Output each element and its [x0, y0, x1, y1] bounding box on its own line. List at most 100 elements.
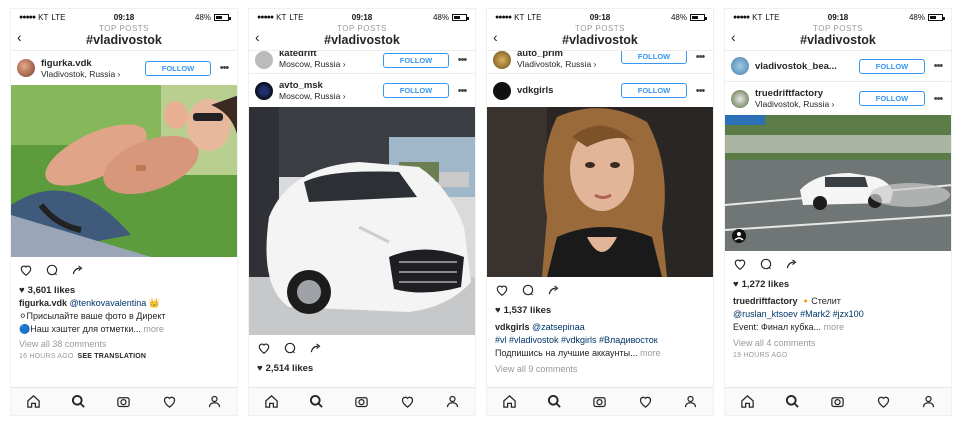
more-link[interactable]: more	[640, 348, 661, 358]
post-photo[interactable]	[725, 115, 951, 251]
post-photo[interactable]	[487, 107, 713, 277]
post-photo[interactable]	[249, 107, 475, 335]
share-icon[interactable]	[785, 257, 799, 271]
activity-heart-icon[interactable]	[162, 394, 177, 409]
post-caption: vdkgirls @zatsepinaa #vl #vladivostok #v…	[487, 321, 713, 360]
caption-hashtags[interactable]: #vl #vladivostok #vdkgirls #Владивосток	[495, 334, 705, 347]
carrier: KT	[752, 12, 763, 22]
profile-icon[interactable]	[445, 394, 460, 409]
home-icon[interactable]	[264, 394, 279, 409]
search-icon[interactable]	[71, 394, 86, 409]
avatar[interactable]	[731, 89, 749, 108]
camera-icon[interactable]	[830, 394, 845, 409]
ellipsis-icon[interactable]: •••	[217, 62, 231, 74]
heart-icon: ♥	[19, 284, 25, 296]
follow-button[interactable]: FOLLOW	[859, 91, 925, 106]
comment-icon[interactable]	[521, 283, 535, 297]
follow-button[interactable]: FOLLOW	[145, 60, 211, 76]
caption-mention[interactable]: @zatsepinaa	[532, 322, 585, 332]
view-comments-link[interactable]: View all 9 comments	[487, 363, 713, 376]
caption-username[interactable]: vdkgirls	[495, 322, 530, 332]
heart-icon[interactable]	[19, 263, 33, 277]
post-time: 19 HOURS AGO	[733, 352, 788, 359]
status-bar: ●●●●● KT LTE 09:18 48%	[487, 9, 713, 25]
avatar[interactable]	[493, 51, 511, 69]
caption-username[interactable]: figurka.vdk	[19, 298, 67, 308]
like-count[interactable]: ♥ 1,537 likes	[487, 303, 713, 317]
comment-icon[interactable]	[283, 341, 297, 355]
post-username[interactable]: figurka.vdk	[41, 58, 139, 69]
avatar[interactable]	[493, 81, 511, 100]
share-icon[interactable]	[309, 341, 323, 355]
phone-screen-1: ●●●●● KT LTE 09:18 48% ‹ TOP POSTS #vladiv…	[10, 8, 238, 416]
follow-button[interactable]: FOLLOW	[621, 51, 687, 64]
avatar[interactable]	[731, 57, 749, 75]
activity-heart-icon[interactable]	[876, 394, 891, 409]
post-location[interactable]: Vladivostok, Russia	[517, 59, 591, 69]
heart-icon[interactable]	[495, 283, 509, 297]
follow-button[interactable]: FOLLOW	[383, 53, 449, 68]
activity-heart-icon[interactable]	[400, 394, 415, 409]
search-icon[interactable]	[785, 394, 800, 409]
profile-icon[interactable]	[683, 394, 698, 409]
post-photo[interactable]	[11, 85, 237, 257]
activity-heart-icon[interactable]	[638, 394, 653, 409]
more-link[interactable]: more	[143, 324, 164, 334]
camera-icon[interactable]	[116, 394, 131, 409]
ellipsis-icon[interactable]: •••	[931, 60, 945, 72]
follow-button[interactable]: FOLLOW	[383, 83, 449, 98]
caption-mentions[interactable]: @ruslan_ktsoev #Mark2 #jzx100	[733, 308, 943, 321]
post-username[interactable]: avto_msk	[279, 80, 377, 91]
post-username[interactable]: katedrift	[279, 51, 377, 59]
post-meta: 19 HOURS AGO	[725, 350, 951, 359]
post-caption: figurka.vdk @tenkovavalentina 👑 ⚪Присыла…	[11, 297, 237, 336]
follow-button[interactable]: FOLLOW	[859, 58, 925, 74]
follow-button[interactable]: FOLLOW	[621, 83, 687, 98]
post-location[interactable]: Vladivostok, Russia	[41, 69, 115, 79]
heart-icon[interactable]	[257, 341, 271, 355]
nav-subtitle: TOP POSTS	[337, 24, 387, 33]
post-location[interactable]: Moscow, Russia	[279, 59, 340, 69]
battery-icon	[928, 13, 945, 21]
heart-icon[interactable]	[733, 257, 747, 271]
ellipsis-icon[interactable]: •••	[455, 85, 469, 97]
ellipsis-icon[interactable]: •••	[693, 51, 707, 63]
home-icon[interactable]	[26, 394, 41, 409]
ellipsis-icon[interactable]: •••	[693, 85, 707, 97]
caption-username[interactable]: truedriftfactory	[733, 296, 798, 306]
post-username[interactable]: truedriftfactory	[755, 88, 853, 99]
caption-mention[interactable]: @tenkovavalentina	[70, 298, 147, 308]
post-username[interactable]: vdkgirls	[517, 85, 615, 96]
camera-icon[interactable]	[592, 394, 607, 409]
post-location[interactable]: Vladivostok, Russia	[755, 99, 829, 109]
post-username[interactable]: vladivostok_bea...	[755, 61, 853, 72]
more-link[interactable]: more	[824, 322, 845, 332]
search-icon[interactable]	[547, 394, 562, 409]
like-count[interactable]: ♥ 1,272 likes	[725, 277, 951, 291]
post-username[interactable]: auto_prim	[517, 51, 615, 59]
comment-icon[interactable]	[759, 257, 773, 271]
see-translation-link[interactable]: SEE TRANSLATION	[78, 353, 147, 360]
post-location[interactable]: Moscow, Russia	[279, 91, 340, 101]
like-count[interactable]: ♥ 3,601 likes	[11, 283, 237, 297]
view-comments-link[interactable]: View all 4 comments	[725, 337, 951, 350]
camera-icon[interactable]	[354, 394, 369, 409]
battery-level: 48%	[908, 12, 925, 22]
avatar[interactable]	[255, 81, 273, 100]
comment-icon[interactable]	[45, 263, 59, 277]
avatar[interactable]	[255, 51, 273, 69]
profile-icon[interactable]	[207, 394, 222, 409]
home-icon[interactable]	[502, 394, 517, 409]
previous-post-header: auto_prim Vladivostok, Russia › FOLLOW •…	[487, 51, 713, 73]
search-icon[interactable]	[309, 394, 324, 409]
home-icon[interactable]	[740, 394, 755, 409]
share-icon[interactable]	[547, 283, 561, 297]
like-count[interactable]: ♥ 2,514 likes	[249, 361, 475, 375]
ellipsis-icon[interactable]: •••	[455, 54, 469, 66]
profile-icon[interactable]	[921, 394, 936, 409]
share-icon[interactable]	[71, 263, 85, 277]
ellipsis-icon[interactable]: •••	[931, 93, 945, 105]
view-comments-link[interactable]: View all 38 comments	[11, 338, 237, 351]
avatar[interactable]	[17, 59, 35, 77]
circle-emoji: ⚪	[19, 311, 27, 321]
